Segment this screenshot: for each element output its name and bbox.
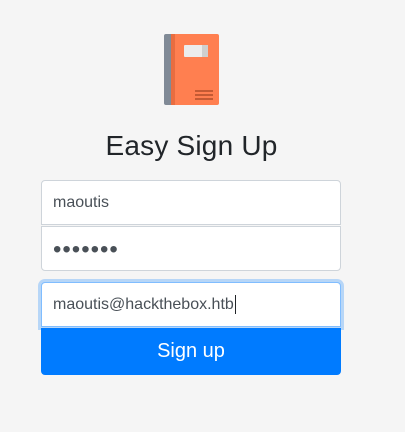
book-icon [164, 34, 219, 105]
email-input[interactable]: maoutis@hackthebox.htb [41, 282, 341, 327]
password-value: ••••••• [53, 235, 119, 263]
username-input[interactable]: maoutis [41, 180, 341, 225]
email-value: maoutis@hackthebox.htb [53, 295, 234, 313]
text-caret [234, 295, 236, 314]
username-value: maoutis [53, 193, 110, 211]
sign-up-button[interactable]: Sign up [41, 328, 341, 375]
password-input[interactable]: ••••••• [41, 226, 341, 271]
page-title: Easy Sign Up [105, 130, 278, 161]
